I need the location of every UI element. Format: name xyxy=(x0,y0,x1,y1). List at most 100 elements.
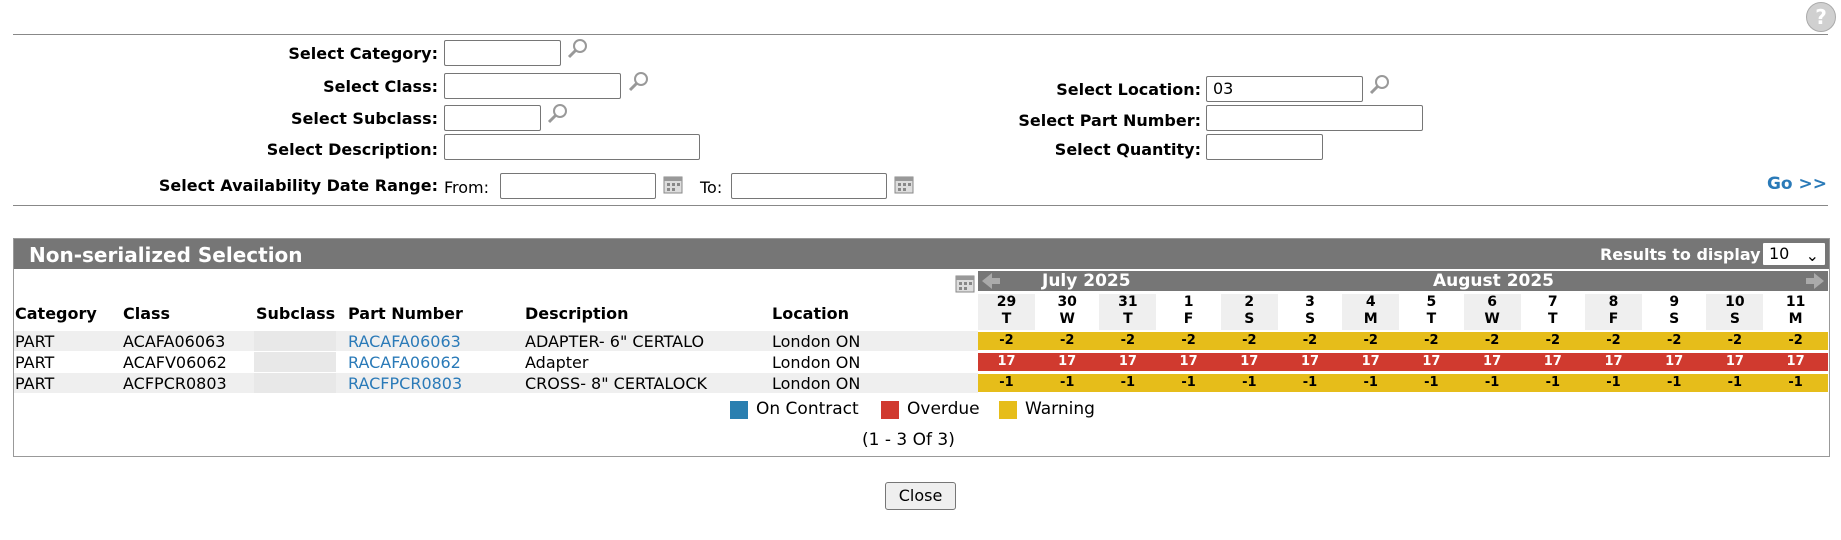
cell-part-number[interactable]: RACFPCR0803 xyxy=(348,374,462,393)
arrow-right-icon[interactable] xyxy=(1806,273,1824,289)
day-number: 4 xyxy=(1365,294,1376,310)
help-icon[interactable]: ? xyxy=(1806,2,1836,32)
filter-divider xyxy=(13,205,1828,206)
quantity-label: Select Quantity: xyxy=(1054,140,1201,159)
day-number: 8 xyxy=(1608,294,1619,310)
availability-value: -1 xyxy=(1363,375,1378,390)
availability-value: 17 xyxy=(1422,354,1441,369)
arrow-left-icon[interactable] xyxy=(982,273,1000,289)
availability-value: -1 xyxy=(1242,375,1257,390)
cell-category: PART xyxy=(15,332,55,351)
legend-swatch xyxy=(999,401,1017,419)
col-part-number[interactable]: Part Number xyxy=(348,304,463,323)
subclass-input[interactable] xyxy=(444,105,541,131)
col-class[interactable]: Class xyxy=(123,304,170,323)
cell-description: ADAPTER- 6" CERTALO xyxy=(525,332,705,351)
search-icon[interactable] xyxy=(627,70,651,94)
availability-value: 17 xyxy=(1300,354,1320,369)
day-header: 11 M xyxy=(1767,294,1824,330)
close-button[interactable]: Close xyxy=(885,482,956,510)
day-number: 9 xyxy=(1669,294,1680,310)
part-number-input[interactable] xyxy=(1206,105,1423,131)
search-icon[interactable] xyxy=(546,102,570,126)
date-to-input[interactable] xyxy=(731,173,887,199)
cell-part-number[interactable]: RACAFA06062 xyxy=(348,353,461,372)
calendar-icon[interactable] xyxy=(893,173,915,195)
availability-value: -1 xyxy=(1545,375,1561,390)
availability-value: -2 xyxy=(999,333,1014,348)
legend-swatch xyxy=(881,401,899,419)
day-weekday: S xyxy=(1304,311,1316,327)
cell-location: London ON xyxy=(772,332,861,351)
calendar-icon[interactable] xyxy=(662,173,684,195)
day-header: 6W xyxy=(1463,294,1521,330)
availability-value: -2 xyxy=(1302,333,1318,348)
top-divider xyxy=(13,34,1828,35)
availability-value: -2 xyxy=(1788,333,1803,348)
cell-description: Adapter xyxy=(525,353,589,372)
availability-value: -1 xyxy=(1484,375,1500,390)
availability-value: -2 xyxy=(1484,333,1500,348)
location-input[interactable]: 03 xyxy=(1206,76,1363,102)
table-row: PART ACFPCR0803 RACFPCR0803 CROSS- 8" CERTA… xyxy=(14,373,978,393)
category-input[interactable] xyxy=(444,40,561,66)
day-weekday: M xyxy=(1363,311,1378,327)
search-icon[interactable] xyxy=(1368,73,1392,97)
day-number: 5 xyxy=(1426,294,1437,310)
table-row: PART ACAFA06063 RACAFA06063 ADAPTER- 6" CER… xyxy=(14,331,978,351)
col-location[interactable]: Location xyxy=(772,304,849,323)
availability-value: -1 xyxy=(1059,375,1075,390)
class-input[interactable] xyxy=(444,73,621,99)
availability-value: -2 xyxy=(1363,333,1378,348)
availability-bar: 17 17 17 17 17 17 17 17 17 17 17 17 17 17 xyxy=(978,353,1828,371)
availability-value: 17 xyxy=(1665,354,1684,369)
calendar-icon[interactable] xyxy=(954,272,976,294)
availability-value: -1 xyxy=(1120,375,1136,390)
availability-value: -2 xyxy=(1059,333,1075,348)
quantity-input[interactable] xyxy=(1206,134,1323,160)
cell-part-number[interactable]: RACAFA06063 xyxy=(348,332,461,351)
day-header: 2S xyxy=(1220,294,1278,330)
month-label: July 2025 xyxy=(1042,271,1131,291)
subclass-cell xyxy=(254,373,336,393)
class-label: Select Class: xyxy=(323,77,438,96)
table-row: PART ACAFV06062 RACAFA06062 Adapter London O… xyxy=(14,352,978,372)
availability-value: 17 xyxy=(1725,354,1744,369)
to-label: To: xyxy=(700,178,723,197)
day-number: 3 xyxy=(1305,294,1315,310)
availability-value: -2 xyxy=(1545,333,1561,348)
date-from-input[interactable] xyxy=(500,173,656,199)
day-weekday: S xyxy=(1244,311,1255,327)
day-header: 8F xyxy=(1585,294,1642,330)
availability-value: 17 xyxy=(1179,354,1198,369)
description-input[interactable] xyxy=(444,134,700,160)
go-button[interactable]: Go >> xyxy=(1767,174,1827,194)
search-icon[interactable] xyxy=(566,37,590,61)
day-weekday: T xyxy=(1548,311,1558,327)
day-header: 29 T xyxy=(978,294,1035,330)
availability-value: 17 xyxy=(1786,354,1805,369)
day-number: 1 xyxy=(1183,294,1194,310)
day-weekday: T xyxy=(1001,311,1012,327)
col-subclass[interactable]: Subclass xyxy=(256,304,335,323)
results-select[interactable]: 10 ⌄ xyxy=(1762,242,1826,266)
cell-category: PART xyxy=(15,353,55,372)
results-panel: Non-serialized Selection Results to disp… xyxy=(13,238,1830,457)
availability-value: 17 xyxy=(1483,354,1502,369)
col-description[interactable]: Description xyxy=(525,304,628,323)
availability-value: 17 xyxy=(1604,354,1623,369)
day-header: 3S xyxy=(1282,294,1339,330)
day-number: 7 xyxy=(1547,294,1558,310)
cell-class: ACAFA06063 xyxy=(123,332,226,351)
subclass-label: Select Subclass: xyxy=(291,109,438,128)
day-weekday: T xyxy=(1426,311,1437,327)
day-weekday: F xyxy=(1608,311,1619,327)
day-weekday: W xyxy=(1059,311,1075,327)
day-weekday: T xyxy=(1123,311,1133,327)
part-number-label: Select Part Number: xyxy=(1018,111,1201,130)
col-category[interactable]: Category xyxy=(15,304,97,323)
day-weekday: F xyxy=(1183,311,1194,327)
category-label: Select Category: xyxy=(288,44,438,63)
day-header: 31 T xyxy=(1099,294,1157,330)
day-number: 30 xyxy=(1057,294,1077,310)
